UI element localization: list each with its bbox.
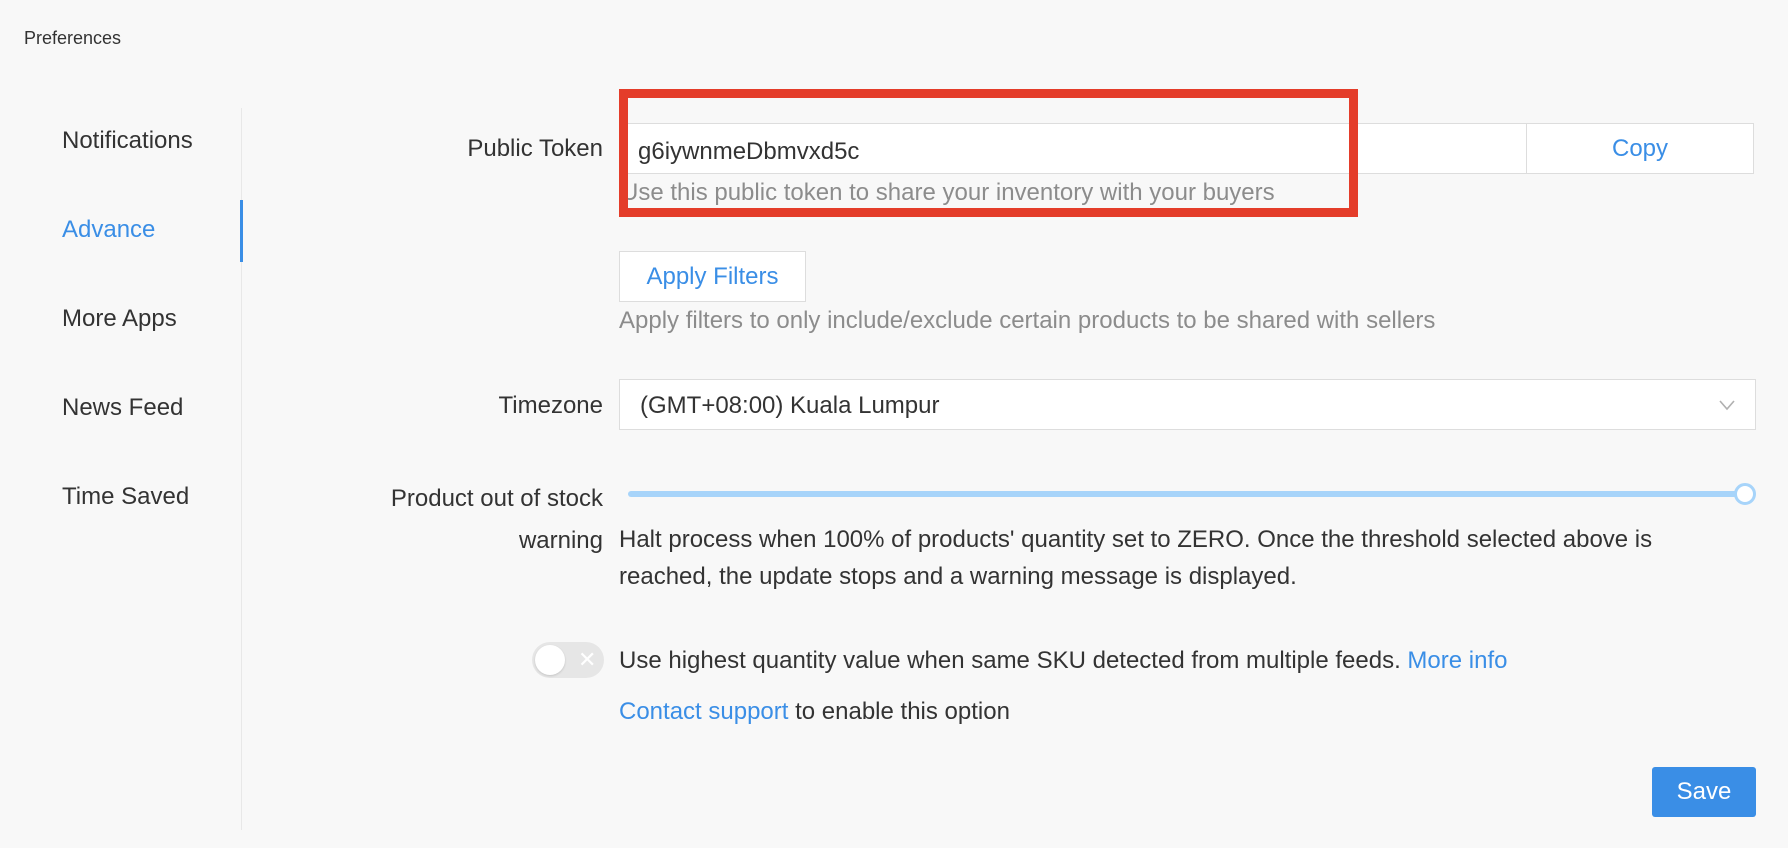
copy-token-button[interactable]: Copy	[1526, 123, 1754, 174]
contact-support-suffix: to enable this option	[795, 698, 1010, 725]
highest-quantity-toggle[interactable]: ✕	[532, 642, 604, 678]
timezone-value: (GMT+08:00) Kuala Lumpur	[640, 392, 940, 419]
highlight-box	[619, 89, 1358, 217]
stock-warning-desc-line2: reached, the update stops and a warning …	[619, 563, 1297, 590]
stock-warning-desc-line1: Halt process when 100% of products' quan…	[619, 526, 1653, 553]
stock-threshold-slider-track[interactable]	[628, 491, 1747, 497]
contact-support-link[interactable]: Contact support	[619, 698, 788, 725]
highest-quantity-text: Use highest quantity value when same SKU…	[619, 647, 1401, 674]
stock-warning-label-line2: warning	[518, 527, 603, 554]
timezone-label: Timezone	[498, 392, 603, 419]
stock-threshold-slider-handle[interactable]	[1734, 483, 1756, 505]
toggle-knob	[535, 645, 565, 675]
apply-filters-help: Apply filters to only include/exclude ce…	[619, 307, 1436, 334]
chevron-down-icon	[1719, 400, 1735, 411]
page-title: Preferences	[24, 28, 122, 48]
apply-filters-button[interactable]: Apply Filters	[619, 251, 806, 302]
contact-support-row: Contact support to enable this option	[619, 698, 1010, 726]
sidebar-item-time-saved[interactable]: Time Saved	[62, 483, 189, 511]
sidebar-active-indicator	[240, 200, 243, 262]
sidebar-item-notifications[interactable]: Notifications	[62, 127, 193, 155]
sidebar-item-news-feed[interactable]: News Feed	[62, 394, 183, 422]
sidebar-item-more-apps[interactable]: More Apps	[62, 305, 177, 333]
public-token-label: Public Token	[467, 135, 603, 162]
save-button[interactable]: Save	[1652, 767, 1756, 817]
sidebar-item-advance[interactable]: Advance	[62, 216, 155, 244]
more-info-link[interactable]: More info	[1407, 647, 1507, 674]
highest-quantity-row: Use highest quantity value when same SKU…	[619, 647, 1507, 675]
close-icon: ✕	[578, 647, 597, 672]
stock-warning-label-line1: Product out of stock	[390, 485, 603, 512]
